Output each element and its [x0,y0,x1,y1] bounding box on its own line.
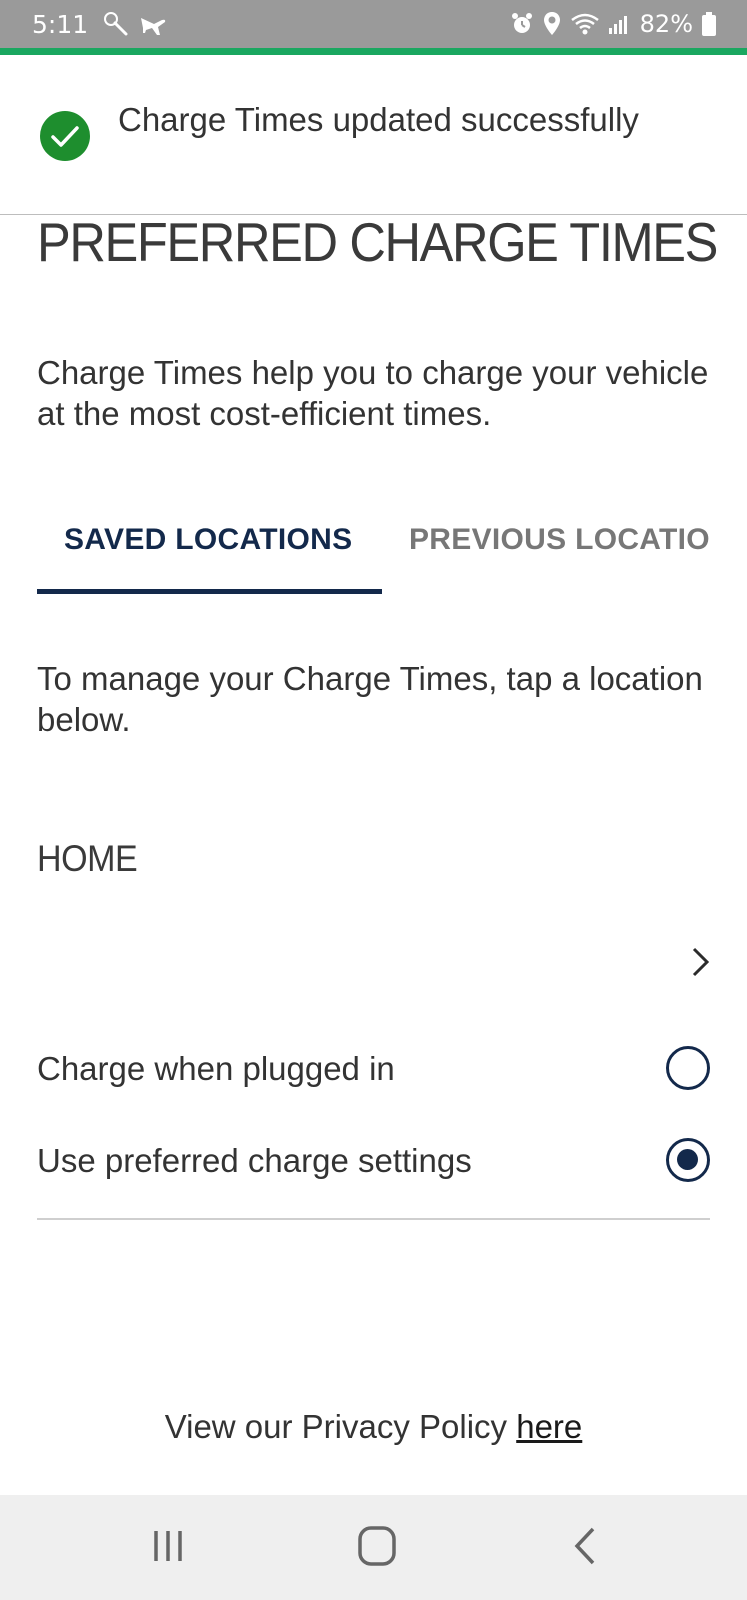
status-time: 5:11 [32,9,89,39]
status-bar: 5:11 82% [0,0,747,48]
option-label: Use preferred charge settings [37,1142,472,1179]
wifi-icon [570,13,599,35]
accent-line [0,48,747,55]
privacy-text: View our Privacy Policy [164,1408,517,1445]
chevron-right-icon [692,947,710,977]
tab-previous-locations[interactable]: PREVIOUS LOCATIO [409,523,712,557]
location-tabs: SAVED LOCATIONS PREVIOUS LOCATIO [0,505,747,595]
intro-text: Charge Times help you to charge your veh… [37,354,709,432]
airplane-icon [141,18,166,35]
option-charge-when-plugged-in[interactable]: Charge when plugged in [37,1036,710,1106]
radio-dot [677,1149,698,1170]
system-nav-bar [0,1495,747,1600]
recent-apps-icon[interactable] [140,1521,200,1571]
radio-unselected[interactable] [666,1046,710,1090]
radio-selected[interactable] [666,1138,710,1182]
success-toast: Charge Times updated successfully [0,55,747,215]
toast-message: Charge Times updated successfully [118,101,639,138]
privacy-policy-link[interactable]: here [516,1408,582,1445]
location-name: HOME [37,838,138,879]
home-icon[interactable] [347,1521,407,1571]
manage-instructions: To manage your Charge Times, tap a locat… [37,660,703,738]
wrench-search-icon [104,12,128,36]
active-tab-indicator [37,589,382,594]
alarm-icon [511,13,532,33]
signal-icon [608,16,627,34]
back-icon[interactable] [557,1521,617,1571]
check-circle-icon [40,111,90,161]
location-pin-icon [543,12,560,35]
page-title: PREFERRED CHARGE TIMES [37,211,718,273]
battery-percent: 82% [639,10,693,38]
divider [37,1218,710,1220]
option-label: Charge when plugged in [37,1050,395,1087]
location-row-home[interactable] [0,900,747,1000]
privacy-policy-text: View our Privacy Policy here [0,1408,747,1446]
option-use-preferred-settings[interactable]: Use preferred charge settings [37,1128,710,1198]
battery-icon [702,12,716,36]
tab-saved-locations[interactable]: SAVED LOCATIONS [64,523,352,557]
